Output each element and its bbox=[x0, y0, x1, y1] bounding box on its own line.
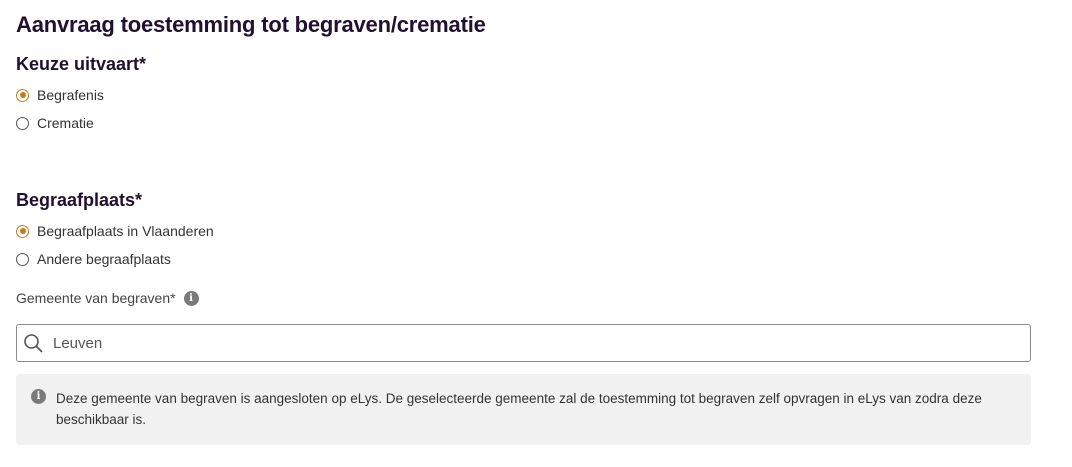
radio-button[interactable] bbox=[16, 116, 29, 130]
radio-label: Crematie bbox=[37, 115, 94, 131]
radio-label: Begrafenis bbox=[37, 87, 104, 103]
radio-begrafenis[interactable]: Begrafenis bbox=[16, 86, 104, 104]
radio-button[interactable] bbox=[16, 252, 29, 266]
info-icon[interactable]: i bbox=[183, 290, 199, 306]
page-title: Aanvraag toestemming tot begraven/cremat… bbox=[16, 12, 486, 37]
radio-label: Begraafplaats in Vlaanderen bbox=[37, 223, 214, 239]
radio-button[interactable] bbox=[16, 88, 29, 102]
gemeente-search-field[interactable] bbox=[16, 324, 1031, 362]
gemeente-label-text: Gemeente van begraven* bbox=[16, 290, 176, 306]
elys-notice: i Deze gemeente van begraven is aangeslo… bbox=[16, 374, 1031, 445]
info-icon: i bbox=[31, 389, 46, 404]
radio-label: Andere begraafplaats bbox=[37, 251, 171, 267]
radio-crematie[interactable]: Crematie bbox=[16, 114, 94, 132]
radio-begraafplaats-vlaanderen[interactable]: Begraafplaats in Vlaanderen bbox=[16, 222, 214, 240]
gemeente-field-label: Gemeente van begraven* i bbox=[16, 290, 199, 306]
keuze-uitvaart-title: Keuze uitvaart* bbox=[16, 54, 147, 74]
begraafplaats-title: Begraafplaats* bbox=[16, 190, 143, 210]
notice-text: Deze gemeente van begraven is aangeslote… bbox=[56, 391, 982, 427]
gemeente-search-input[interactable] bbox=[53, 334, 953, 352]
search-icon bbox=[24, 334, 43, 353]
radio-button[interactable] bbox=[16, 224, 29, 238]
radio-andere-begraafplaats[interactable]: Andere begraafplaats bbox=[16, 250, 171, 268]
